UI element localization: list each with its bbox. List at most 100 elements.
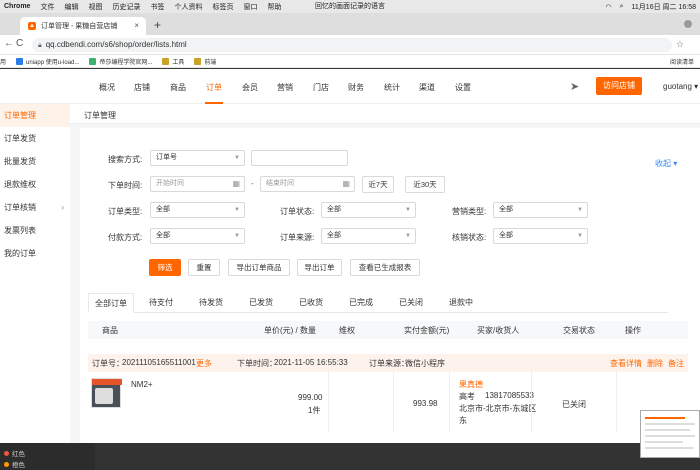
url-text: qq.cdbendi.com/s6/shop/order/lists.html <box>45 40 187 49</box>
sidebar-item-invoices[interactable]: 发票列表 <box>0 219 70 242</box>
end-time-input[interactable]: 结束时间 ▦ <box>260 176 355 192</box>
wifi-icon[interactable]: ◠ <box>606 3 612 11</box>
new-tab-button[interactable]: + <box>154 18 161 32</box>
browser-tab[interactable]: ▲ 订单管理 - 果糖自营店铺 × <box>20 17 146 35</box>
reading-list-button[interactable]: 阅读清单 <box>670 57 694 66</box>
remark-link[interactable]: 备注 <box>668 358 684 369</box>
lock-icon[interactable]: 🔒︎ <box>38 42 42 49</box>
menubar-item-file[interactable]: 文件 <box>40 2 54 12</box>
bookmark-item[interactable]: 前端 <box>194 57 216 66</box>
url-input[interactable]: 🔒︎ qq.cdbendi.com/s6/shop/order/lists.htm… <box>32 38 672 52</box>
last-7-days-button[interactable]: 近7天 <box>362 176 394 193</box>
bookmark-star-icon[interactable]: ☆ <box>676 39 684 50</box>
sidebar-item-refunds[interactable]: 退款维权 <box>0 173 70 196</box>
tab-shipped[interactable]: 已发货 <box>238 293 284 313</box>
tab-closed[interactable]: 已关闭 <box>388 293 434 313</box>
buyer-name[interactable]: 果真德 <box>459 379 483 390</box>
browser-tab-strip: ▲ 订单管理 - 果糖自营店铺 × + <box>0 13 700 35</box>
nav-finance[interactable]: 财务 <box>348 82 364 93</box>
tab-received[interactable]: 已收货 <box>288 293 334 313</box>
column-header: 操作 <box>625 326 641 335</box>
product-name[interactable]: NM2+ <box>131 380 153 389</box>
order-type-select[interactable]: 全部 ▼ <box>150 202 245 218</box>
nav-settings[interactable]: 设置 <box>455 82 471 93</box>
tab-pending-shipment[interactable]: 待发货 <box>188 293 234 313</box>
menubar-item-view[interactable]: 视图 <box>88 2 102 12</box>
collapse-filters-link[interactable]: 收起 ▾ <box>655 158 677 169</box>
delete-link[interactable]: 删除 <box>647 358 663 369</box>
red-dot-icon <box>4 451 9 456</box>
top-navigation: 概况 店铺 商品 订单 会员 营销 门店 财务 统计 渠道 设置 ➤ 访问店铺 … <box>0 69 700 104</box>
search-icon[interactable]: ⌕ <box>620 3 624 11</box>
bookmark-item[interactable]: 帝莎编程学院官网... <box>89 57 152 66</box>
nav-overview[interactable]: 概况 <box>99 82 115 93</box>
background-strip: 红色 橙色 <box>0 443 700 470</box>
visit-store-button[interactable]: 访问店铺 <box>596 77 642 95</box>
tag-orange[interactable]: 橙色 <box>4 459 25 469</box>
nav-members[interactable]: 会员 <box>242 82 258 93</box>
mac-menubar: Chrome 文件 编辑 视图 历史记录 书签 个人资料 标签页 窗口 帮助 回… <box>0 0 700 13</box>
filter-button[interactable]: 筛选 <box>149 259 181 276</box>
screenshot-preview-thumbnail[interactable] <box>640 410 700 458</box>
view-reports-button[interactable]: 查看已生成报表 <box>350 259 420 276</box>
reset-button[interactable]: 重置 <box>188 259 220 276</box>
bookmarks-bar: 用 uniapp 使用u-load... 帝莎编程学院官网... 工具 前端 阅… <box>0 55 700 68</box>
product-thumbnail[interactable] <box>91 378 122 408</box>
nav-stats[interactable]: 统计 <box>384 82 400 93</box>
order-status-select[interactable]: 全部 ▼ <box>321 202 416 218</box>
start-time-input[interactable]: 开始时间 ▦ <box>150 176 245 192</box>
last-30-days-button[interactable]: 近30天 <box>405 176 445 193</box>
menubar-clock[interactable]: 11月16日 周二 16:58 <box>632 2 696 12</box>
paper-plane-icon[interactable]: ➤ <box>570 80 579 93</box>
bookmark-item[interactable]: uniapp 使用u-load... <box>16 57 79 66</box>
menubar-item-history[interactable]: 历史记录 <box>112 2 140 12</box>
menubar-item-profile[interactable]: 个人资料 <box>174 2 202 12</box>
tab-all-orders[interactable]: 全部订单 <box>88 293 134 313</box>
tab-search-icon[interactable] <box>684 20 692 28</box>
menubar-center-text: 回忆的画面记录的语言 <box>315 3 385 10</box>
menubar-item-window[interactable]: 窗口 <box>243 2 257 12</box>
search-method-select[interactable]: 订单号 ▼ <box>150 150 245 166</box>
sidebar-item-order-shipping[interactable]: 订单发货 <box>0 127 70 150</box>
nav-stores[interactable]: 门店 <box>313 82 329 93</box>
nav-store[interactable]: 店铺 <box>134 82 150 93</box>
tag-red[interactable]: 红色 <box>4 448 25 458</box>
verify-status-select[interactable]: 全部 ▼ <box>493 228 588 244</box>
search-keyword-input[interactable] <box>251 150 348 166</box>
breadcrumb: 订单管理 <box>70 104 700 124</box>
export-orders-button[interactable]: 导出订单 <box>297 259 342 276</box>
menubar-item-tabs[interactable]: 标签页 <box>212 2 233 12</box>
bookmark-item[interactable]: 用 <box>0 57 6 66</box>
menubar-item-bookmarks[interactable]: 书签 <box>150 2 164 12</box>
sidebar-item-order-management[interactable]: 订单管理 <box>0 104 70 127</box>
unit-price: 999.00 <box>298 393 323 402</box>
menubar-item-help[interactable]: 帮助 <box>267 2 281 12</box>
marketing-type-select[interactable]: 全部 ▼ <box>493 202 588 218</box>
tab-pending-payment[interactable]: 待支付 <box>138 293 184 313</box>
site-favicon-icon: ▲ <box>28 22 36 30</box>
nav-orders[interactable]: 订单 <box>206 82 222 93</box>
user-menu[interactable]: guotang ▾ <box>663 82 698 91</box>
reload-icon[interactable]: C <box>16 38 23 49</box>
order-more-link[interactable]: 更多 <box>196 358 212 369</box>
sidebar-item-order-verify[interactable]: 订单核销 › <box>0 196 70 219</box>
pay-method-select[interactable]: 全部 ▼ <box>150 228 245 244</box>
nav-marketing[interactable]: 营销 <box>277 82 293 93</box>
view-detail-link[interactable]: 查看详情 <box>610 358 642 369</box>
tab-completed[interactable]: 已完成 <box>338 293 384 313</box>
tab-close-icon[interactable]: × <box>134 21 139 30</box>
export-order-goods-button[interactable]: 导出订单商品 <box>228 259 290 276</box>
menubar-app-name[interactable]: Chrome <box>4 3 30 10</box>
sidebar-item-batch-shipping[interactable]: 批量发货 <box>0 150 70 173</box>
tab-refunding[interactable]: 退款中 <box>438 293 484 313</box>
nav-channels[interactable]: 渠道 <box>419 82 435 93</box>
bookmark-item[interactable]: 工具 <box>162 57 184 66</box>
receiver-name: 高考 <box>459 392 475 401</box>
menubar-item-edit[interactable]: 编辑 <box>64 2 78 12</box>
date-range-dash: - <box>251 179 254 188</box>
order-source-select[interactable]: 全部 ▼ <box>321 228 416 244</box>
nav-goods[interactable]: 商品 <box>170 82 186 93</box>
back-icon[interactable]: ← <box>4 38 14 49</box>
column-header: 实付金额(元) <box>404 326 450 335</box>
sidebar-item-my-orders[interactable]: 我的订单 <box>0 242 70 265</box>
